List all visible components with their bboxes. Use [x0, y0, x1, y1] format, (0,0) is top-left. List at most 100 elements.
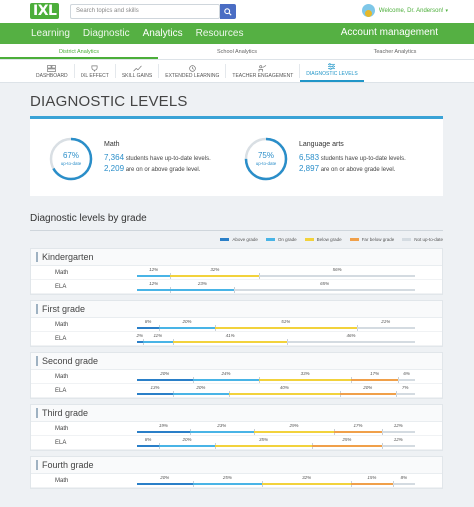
ixl-logo[interactable]: IXL — [30, 3, 60, 19]
bar-segment-none — [381, 445, 415, 447]
tab-label: SKILL GAINS — [121, 73, 153, 79]
grade-marker — [36, 356, 38, 366]
grade-subject-row[interactable]: ELA 8% 20% 35% 25% 12% — [31, 436, 442, 450]
segment-label: 32% — [302, 475, 312, 480]
grade-subject-row[interactable]: Math 12% 32% 56% — [31, 266, 442, 280]
nav-diagnostic[interactable]: Diagnostic — [83, 28, 130, 39]
nav-account-management[interactable]: Account management — [341, 27, 438, 38]
segment-label: 51% — [281, 319, 291, 324]
subject-label: Math — [55, 373, 69, 380]
summary-card-language-arts[interactable]: 75% up-to-date Language arts 6,583 stude… — [243, 136, 406, 182]
grade-subject-row[interactable]: Math 19% 23% 29% 17% 12% — [31, 422, 442, 436]
segment-label: 12% — [393, 423, 403, 428]
percent-caption: up-to-date — [60, 161, 82, 166]
bar-segment-on — [189, 431, 254, 433]
segment-label: 40% — [279, 385, 289, 390]
bar-segment-above — [137, 431, 190, 433]
bar-segment-on — [159, 445, 215, 447]
bar-segment-on — [173, 393, 229, 395]
bar-segment-below — [214, 445, 313, 447]
grade-subject-row[interactable]: ELA 12% 23% 65% — [31, 280, 442, 294]
dashboard-icon — [47, 65, 57, 72]
grade-title: Second grade — [42, 356, 99, 366]
bar-segment-none — [392, 483, 415, 485]
grade-section: First grade Math 8% 20% 51% 21% ELA 2% 11% 41% 46% — [30, 300, 443, 347]
nav-analytics[interactable]: Analytics — [143, 28, 183, 39]
bar-segment-none — [287, 341, 415, 343]
bar-segment-none — [381, 431, 415, 433]
bar-segment-none — [395, 393, 415, 395]
level-bar: 8% 20% 51% 21% — [137, 319, 415, 331]
bar-segment-far — [312, 445, 382, 447]
subject-label: ELA — [55, 283, 67, 290]
search-button[interactable] — [220, 4, 236, 19]
bar-segment-none — [398, 379, 415, 381]
tab-diagnostic-levels[interactable]: DIAGNOSTIC LEVELS — [300, 60, 364, 82]
levels-icon — [328, 63, 336, 70]
bar-segment-none — [259, 275, 415, 277]
nav-resources[interactable]: Resources — [196, 28, 244, 39]
segment-label: 25% — [222, 475, 232, 480]
grade-subject-row[interactable]: Math 20% 25% 32% 15% 8% — [31, 474, 442, 488]
grade-section: Kindergarten Math 12% 32% 56% ELA 12% 23% 65% — [30, 248, 443, 295]
grade-subject-row[interactable]: ELA 13% 20% 40% 20% 7% — [31, 384, 442, 398]
grade-header[interactable]: Kindergarten — [31, 249, 442, 266]
grade-header[interactable]: Fourth grade — [31, 457, 442, 474]
segment-label: 19% — [158, 423, 168, 428]
main-content: DIAGNOSTIC LEVELS 67% up-to-date Math 7,… — [30, 86, 443, 489]
bar-segment-none — [234, 289, 415, 291]
bar-segment-above — [137, 393, 174, 395]
percent-value: 67% — [62, 151, 79, 160]
grade-subject-row[interactable]: Math 8% 20% 51% 21% — [31, 318, 442, 332]
grade-marker — [36, 460, 38, 470]
level-bar: 12% 32% 56% — [137, 267, 415, 279]
subject-label: Math — [55, 425, 69, 432]
summary-card-math[interactable]: 67% up-to-date Math 7,364 students have … — [48, 136, 211, 182]
grade-subject-row[interactable]: ELA 2% 11% 41% 46% — [31, 332, 442, 346]
bar-segment-above — [137, 483, 193, 485]
subject-name: Math — [104, 141, 120, 148]
grade-header[interactable]: Second grade — [31, 353, 442, 370]
search-input[interactable]: Search topics and skills — [70, 4, 220, 19]
legend-item: Not up-to-date — [402, 237, 443, 242]
segment-label: 41% — [225, 333, 235, 338]
subject-label: ELA — [55, 387, 67, 394]
bar-segment-on — [142, 341, 174, 343]
subject-name: Language arts — [299, 141, 344, 148]
segment-label: 20% — [160, 475, 170, 480]
tab-dashboard[interactable]: DASHBOARD — [30, 60, 74, 82]
level-bar: 13% 20% 40% 20% 7% — [137, 385, 415, 397]
legend-label: Below grade — [316, 236, 342, 242]
segment-label: 17% — [353, 423, 363, 428]
tab-extended-learning[interactable]: EXTENDED LEARNING — [159, 60, 225, 82]
tab-skill-gains[interactable]: SKILL GAINS — [116, 60, 158, 82]
level-bar: 20% 25% 32% 15% 8% — [137, 475, 415, 487]
tab-teacher-engagement[interactable]: TEACHER ENGAGEMENT — [226, 60, 299, 82]
legend-label: On grade — [277, 236, 297, 242]
segment-label: 13% — [150, 385, 160, 390]
user-menu[interactable]: Welcome, Dr. Anderson! ▾ — [361, 4, 448, 17]
segment-label: 32% — [210, 267, 220, 272]
segment-label: 8% — [144, 319, 152, 324]
grade-section: Fourth grade Math 20% 25% 32% 15% 8% — [30, 456, 443, 489]
chevron-down-icon: ▾ — [445, 7, 448, 14]
segment-label: 23% — [197, 281, 207, 286]
grade-header[interactable]: Third grade — [31, 405, 442, 422]
bar-segment-far — [339, 393, 396, 395]
segment-label: 12% — [149, 267, 159, 272]
grade-subject-row[interactable]: Math 20% 24% 33% 17% 6% — [31, 370, 442, 384]
segment-label: 23% — [217, 423, 227, 428]
subnav-school[interactable]: School Analytics — [158, 44, 316, 59]
bar-segment-above — [137, 327, 160, 329]
nav-learning[interactable]: Learning — [31, 28, 70, 39]
legend-item: Above grade — [220, 237, 258, 242]
tab-ixl-effect[interactable]: IXL EFFECT — [75, 60, 115, 82]
grade-header[interactable]: First grade — [31, 301, 442, 318]
level-bar: 12% 23% 65% — [137, 281, 415, 293]
trophy-icon — [91, 65, 98, 72]
subnav-district[interactable]: District Analytics — [0, 44, 158, 59]
grade-section: Third grade Math 19% 23% 29% 17% 12% ELA 8% 20% 35… — [30, 404, 443, 451]
segment-label: 21% — [381, 319, 391, 324]
tab-label: EXTENDED LEARNING — [165, 73, 220, 79]
subnav-teacher[interactable]: Teacher Analytics — [316, 44, 474, 59]
